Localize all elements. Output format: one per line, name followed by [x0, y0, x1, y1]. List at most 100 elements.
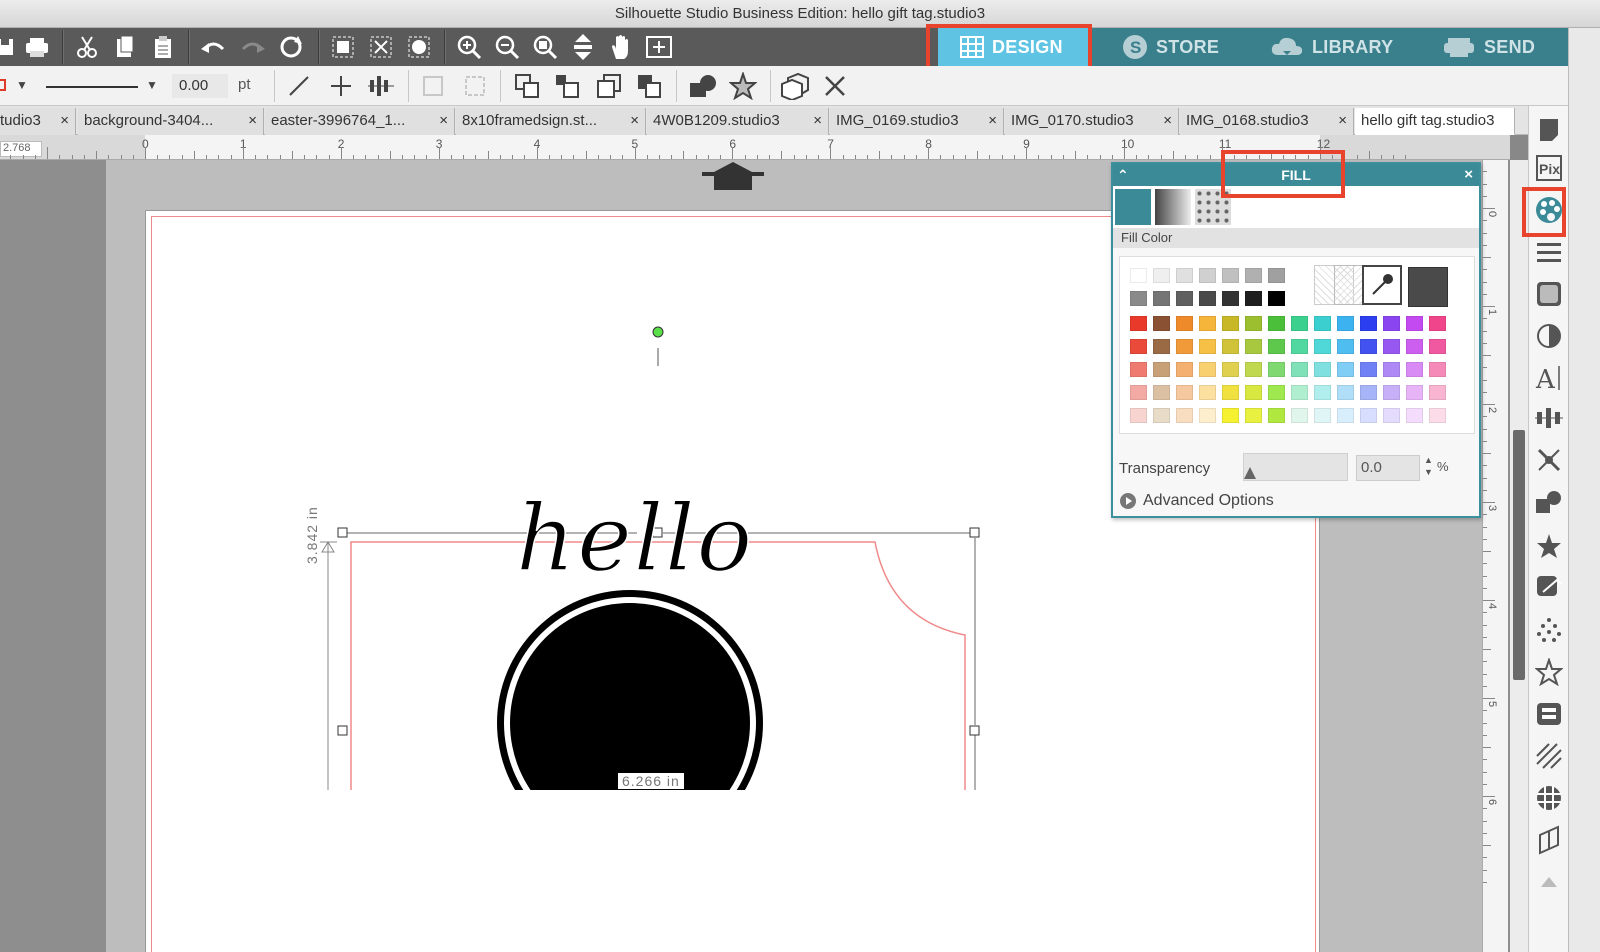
color-swatch[interactable] — [1222, 291, 1239, 306]
color-swatch[interactable] — [1429, 316, 1446, 331]
gradient-fill-option[interactable] — [1155, 189, 1191, 225]
rotate-handle[interactable] — [652, 326, 664, 338]
close-icon[interactable]: × — [439, 108, 448, 134]
pan-hand-icon[interactable] — [606, 32, 636, 62]
color-swatch[interactable] — [1383, 316, 1400, 331]
color-swatch[interactable] — [1406, 339, 1423, 354]
line-color-swatch[interactable] — [0, 79, 6, 91]
color-swatch[interactable] — [1153, 408, 1170, 423]
line-weight-input[interactable]: 0.00 — [172, 74, 228, 98]
doc-tab[interactable]: IMG_0170.studio3 × — [1005, 108, 1179, 135]
zoom-select-icon[interactable] — [530, 32, 560, 62]
align-panel-icon[interactable] — [1533, 402, 1565, 434]
color-swatch[interactable] — [1222, 385, 1239, 400]
weld-icon[interactable] — [688, 71, 718, 101]
pixscan-icon[interactable]: Pix — [1533, 152, 1565, 184]
close-icon[interactable]: × — [1338, 108, 1347, 134]
solid-fill-option[interactable] — [1115, 189, 1151, 225]
color-swatch[interactable] — [1383, 339, 1400, 354]
color-swatch[interactable] — [1176, 362, 1193, 377]
offset-star-icon[interactable] — [728, 71, 758, 101]
color-swatch[interactable] — [1199, 316, 1216, 331]
color-swatch[interactable] — [1360, 339, 1377, 354]
group-icon[interactable] — [418, 71, 448, 101]
offset-icon[interactable] — [1533, 530, 1565, 562]
vertical-scrollbar[interactable] — [1510, 160, 1528, 952]
color-swatch[interactable] — [1199, 362, 1216, 377]
color-swatch[interactable] — [1291, 339, 1308, 354]
color-swatch[interactable] — [1337, 339, 1354, 354]
tab-store[interactable]: S STORE — [1122, 28, 1242, 66]
color-swatch[interactable] — [1130, 291, 1147, 306]
zoom-out-icon[interactable] — [492, 32, 522, 62]
cut-icon[interactable] — [72, 32, 102, 62]
color-swatch[interactable] — [1268, 408, 1285, 423]
doc-tab[interactable]: easter-3996764_1... × — [265, 108, 455, 135]
color-swatch[interactable] — [1176, 408, 1193, 423]
bring-to-front-icon[interactable] — [512, 71, 542, 101]
color-swatch[interactable] — [1130, 362, 1147, 377]
color-swatch[interactable] — [1245, 268, 1262, 283]
color-swatch[interactable] — [1383, 362, 1400, 377]
color-swatch[interactable] — [1429, 408, 1446, 423]
send-backward-icon[interactable] — [594, 71, 624, 101]
color-swatch[interactable] — [1314, 408, 1331, 423]
redo-icon[interactable] — [238, 32, 268, 62]
transparency-slider[interactable] — [1243, 453, 1348, 481]
send-to-back-icon[interactable] — [634, 71, 664, 101]
stepper-icon[interactable]: ▲ ▼ — [1424, 454, 1433, 478]
color-swatch[interactable] — [1245, 362, 1262, 377]
close-icon[interactable]: × — [988, 108, 997, 134]
doc-tab[interactable]: IMG_0168.studio3 × — [1180, 108, 1354, 135]
color-swatch[interactable] — [1153, 316, 1170, 331]
color-swatch[interactable] — [1245, 339, 1262, 354]
color-swatch[interactable] — [1268, 291, 1285, 306]
trace-icon[interactable] — [1533, 444, 1565, 476]
color-swatch[interactable] — [1314, 339, 1331, 354]
paste-icon[interactable] — [148, 32, 178, 62]
ungroup-icon[interactable] — [460, 71, 490, 101]
color-swatch[interactable] — [1360, 408, 1377, 423]
color-swatch[interactable] — [1176, 268, 1193, 283]
tab-send[interactable]: SEND — [1442, 28, 1562, 66]
color-swatch[interactable] — [1429, 339, 1446, 354]
print-icon[interactable] — [22, 32, 52, 62]
align-icon[interactable] — [366, 71, 396, 101]
color-swatch[interactable] — [1429, 385, 1446, 400]
draw-line-icon[interactable] — [284, 71, 314, 101]
star-outline-icon[interactable] — [1533, 656, 1565, 688]
select-by-color-icon[interactable] — [404, 32, 434, 62]
knife-icon[interactable] — [1533, 824, 1565, 856]
color-swatch[interactable] — [1153, 268, 1170, 283]
color-swatch[interactable] — [1383, 385, 1400, 400]
color-swatch[interactable] — [1222, 362, 1239, 377]
slider-thumb-icon[interactable] — [1243, 466, 1257, 480]
advanced-options-toggle[interactable]: Advanced Options — [1119, 492, 1274, 510]
fill-pattern-icon[interactable] — [1533, 278, 1565, 310]
color-swatch[interactable] — [1406, 362, 1423, 377]
fit-to-page-icon[interactable] — [568, 32, 598, 62]
release-compound-icon[interactable] — [780, 71, 810, 101]
color-swatch[interactable] — [1314, 316, 1331, 331]
deselect-icon[interactable] — [366, 32, 396, 62]
save-icon[interactable] — [0, 32, 20, 62]
color-swatch[interactable] — [1406, 408, 1423, 423]
color-swatch[interactable] — [1314, 362, 1331, 377]
color-swatch[interactable] — [1406, 385, 1423, 400]
current-color-swatch[interactable] — [1408, 267, 1448, 307]
color-swatch[interactable] — [1291, 362, 1308, 377]
color-swatch[interactable] — [1199, 268, 1216, 283]
move-icon[interactable] — [326, 71, 356, 101]
close-icon[interactable]: × — [630, 108, 639, 134]
color-swatch[interactable] — [1130, 268, 1147, 283]
color-swatch[interactable] — [1222, 408, 1239, 423]
eyedropper-icon[interactable] — [1362, 265, 1402, 305]
select-all-icon[interactable] — [328, 32, 358, 62]
replicate-panel-icon[interactable] — [1533, 572, 1565, 604]
color-swatch[interactable] — [1153, 385, 1170, 400]
color-swatch[interactable] — [1130, 408, 1147, 423]
color-swatch[interactable] — [1176, 316, 1193, 331]
color-swatch[interactable] — [1130, 316, 1147, 331]
chevron-down-icon[interactable]: ▼ — [146, 78, 158, 92]
color-swatch[interactable] — [1199, 339, 1216, 354]
